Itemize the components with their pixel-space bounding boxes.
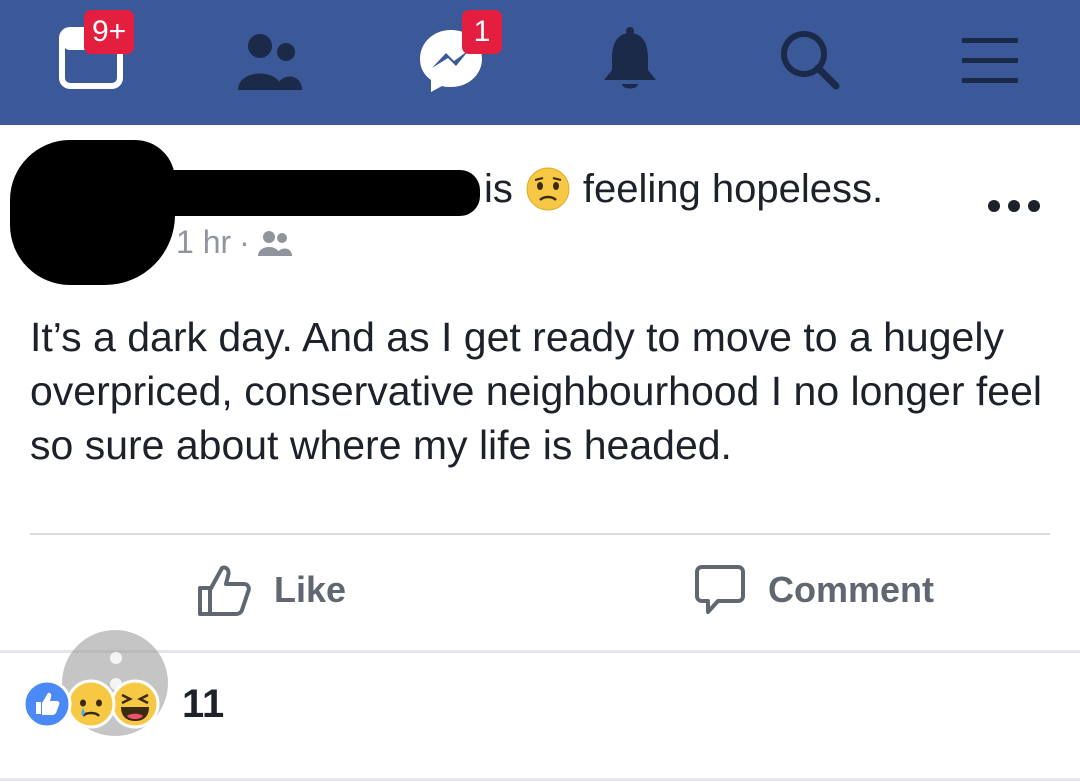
search-tab[interactable] — [770, 0, 850, 125]
post-options-button[interactable] — [988, 196, 1040, 216]
reaction-count: 11 — [182, 681, 225, 726]
search-icon — [781, 31, 840, 90]
thumbs-up-icon — [198, 565, 251, 616]
feeling-text: feeling hopeless. — [582, 166, 884, 211]
worried-face-icon — [526, 167, 570, 211]
friends-audience-icon[interactable] — [257, 230, 292, 256]
messenger-badge: 1 — [462, 10, 502, 54]
more-dot-icon — [1028, 200, 1040, 212]
menu-icon — [962, 38, 1018, 83]
more-dot-icon — [988, 200, 1000, 212]
meta-separator: · — [239, 224, 250, 260]
news-feed-tab[interactable]: 9+ — [40, 0, 150, 125]
post-feeling-line: is feeling hopeless. — [484, 166, 883, 212]
like-label: Like — [274, 569, 347, 610]
redacted-avatar — [10, 140, 175, 285]
divider — [30, 533, 1050, 535]
post-body-text: It’s a dark day. And as I get ready to m… — [30, 314, 1042, 468]
divider — [0, 650, 1080, 653]
overlay-dot — [110, 652, 122, 664]
haha-reaction-icon — [110, 679, 160, 729]
redacted-name — [150, 170, 480, 216]
post-verb: is — [484, 166, 513, 211]
post-time[interactable]: 1 hr — [176, 224, 231, 261]
post-meta: 1 hr · — [176, 224, 292, 261]
like-reaction-icon — [22, 679, 72, 729]
notifications-tab[interactable] — [590, 0, 670, 125]
messenger-tab[interactable]: 1 — [400, 0, 510, 125]
friends-tab[interactable] — [220, 0, 320, 125]
like-button[interactable]: Like — [196, 560, 346, 620]
more-dot-icon — [1008, 200, 1020, 212]
menu-tab[interactable] — [950, 0, 1030, 125]
top-nav-bar: 9+ 1 — [0, 0, 1080, 125]
notifications-icon — [604, 27, 656, 89]
comment-button[interactable]: Comment — [694, 560, 934, 620]
friends-icon — [238, 34, 302, 90]
divider — [0, 778, 1080, 781]
sad-reaction-icon — [66, 679, 116, 729]
comment-label: Comment — [768, 569, 935, 610]
reactions-summary[interactable]: 11 — [22, 676, 224, 732]
news-feed-badge: 9+ — [84, 10, 135, 54]
comment-icon — [695, 565, 745, 614]
